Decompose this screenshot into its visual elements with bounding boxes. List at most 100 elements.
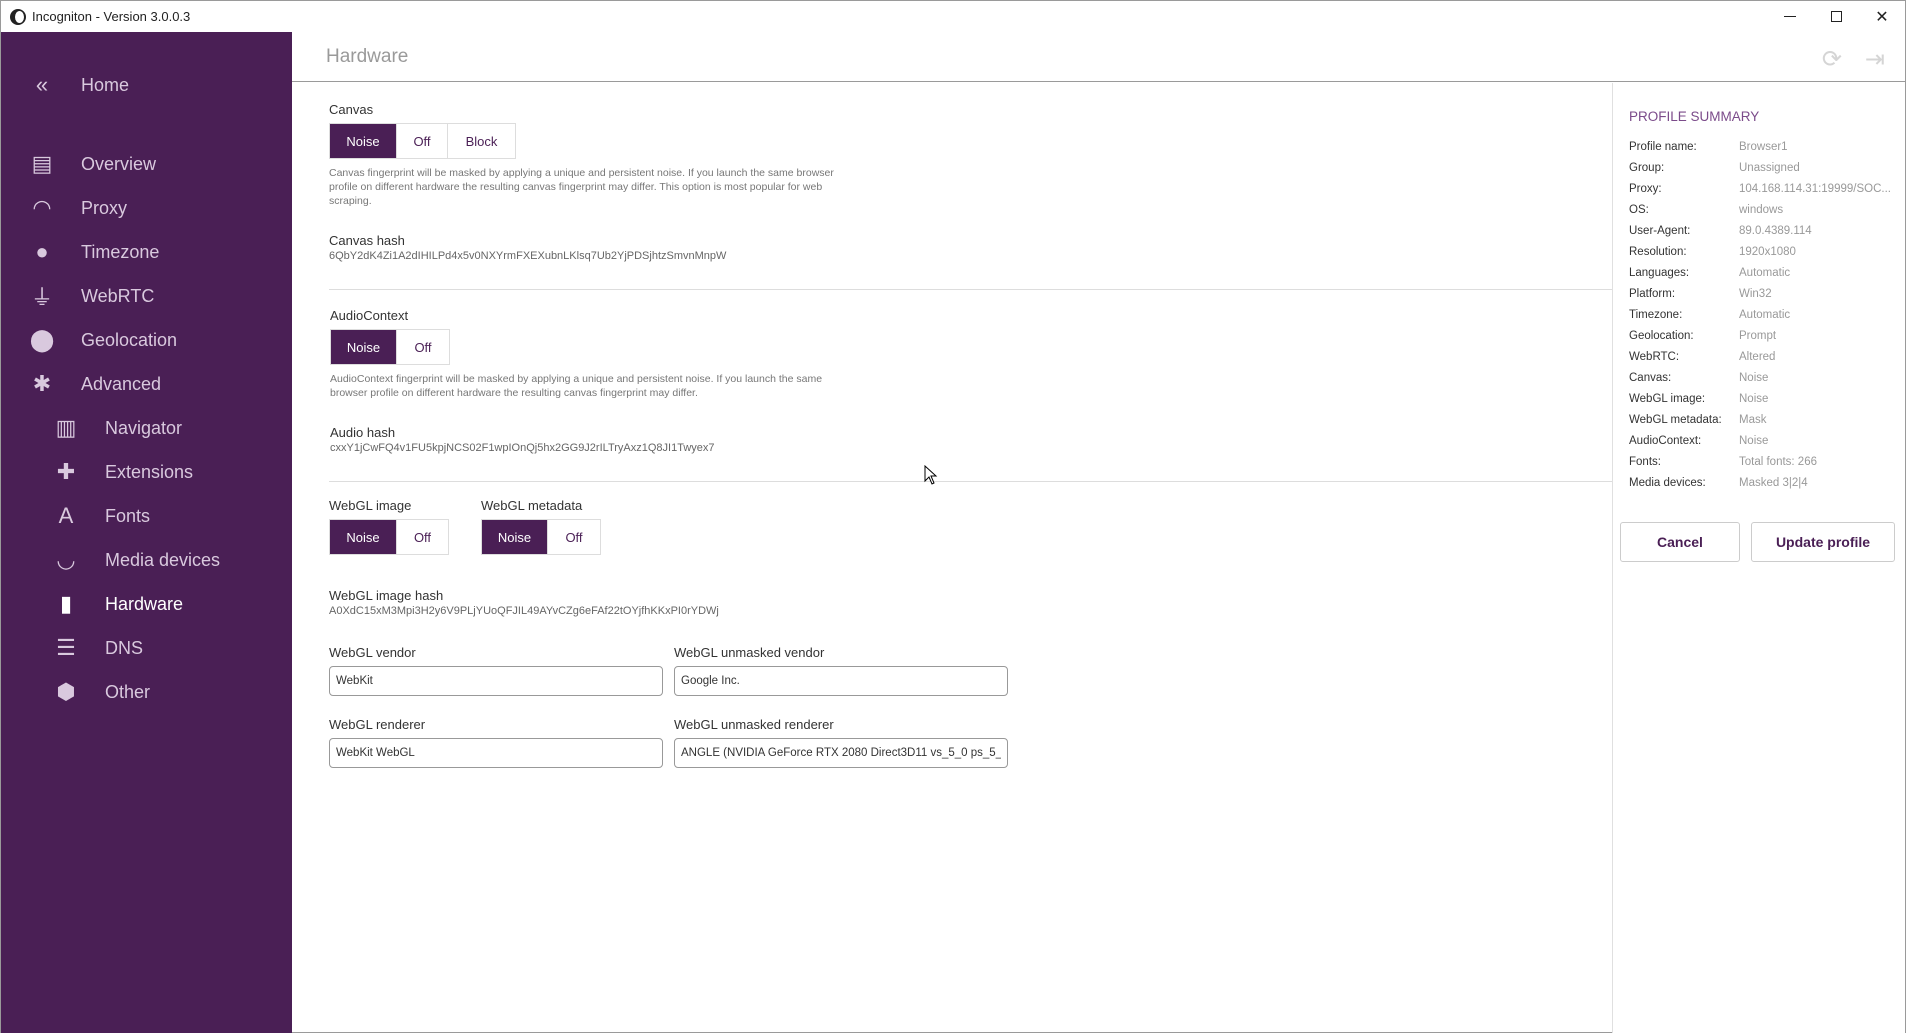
audio-hash-label: Audio hash	[330, 425, 396, 440]
webgl-image-noise-button[interactable]: Noise	[330, 520, 397, 554]
summary-value: Total fonts: 266	[1739, 456, 1817, 468]
summary-key: Group:	[1629, 162, 1665, 174]
app-window: Incogniton - Version 3.0.0.3 ✕ « Home ▤ …	[0, 0, 1906, 1033]
summary-value: Noise	[1739, 393, 1769, 405]
canvas-noise-button[interactable]: Noise	[330, 124, 397, 158]
cube-icon: ⬢	[56, 679, 76, 704]
summary-key: Platform:	[1629, 288, 1676, 300]
sidebar-item-label: Media devices	[105, 549, 221, 570]
summary-key: OS:	[1629, 204, 1649, 216]
summary-row: Geolocation: Prompt	[1629, 330, 1899, 348]
summary-value: Prompt	[1739, 330, 1777, 342]
audiocontext-noise-button[interactable]: Noise	[331, 330, 397, 364]
summary-key: Media devices:	[1629, 477, 1706, 489]
summary-value: Mask	[1739, 414, 1767, 426]
audiocontext-label: AudioContext	[330, 308, 409, 323]
sidebar: « Home ▤ Overview ◠ Proxy ● Timezone ⏚ W…	[1, 32, 292, 1033]
sidebar-item-other[interactable]: ⬢ Other	[1, 672, 292, 712]
audio-hash-value: cxxY1jCwFQ4v1FU5kpjNCS02F1wpIOnQj5hx2GG9…	[330, 442, 715, 454]
microchip-icon: ▮	[59, 591, 73, 616]
update-profile-button[interactable]: Update profile	[1751, 522, 1895, 562]
summary-value: Automatic	[1739, 309, 1791, 321]
summary-value: Win32	[1739, 288, 1772, 300]
summary-row: Proxy: 104.168.114.31:19999/SOC...	[1629, 183, 1899, 201]
webgl-metadata-noise-button[interactable]: Noise	[482, 520, 548, 554]
summary-value: Unassigned	[1739, 162, 1800, 174]
sidebar-item-overview[interactable]: ▤ Overview	[1, 144, 292, 184]
summary-row: Fonts: Total fonts: 266	[1629, 456, 1899, 474]
hardware-settings: Canvas Noise Off Block Canvas fingerprin…	[292, 83, 1612, 1033]
sidebar-item-label: Home	[81, 74, 130, 95]
summary-row: Languages: Automatic	[1629, 267, 1899, 285]
audiocontext-description: AudioContext fingerprint will be masked …	[330, 373, 823, 399]
summary-key: Languages:	[1629, 267, 1690, 279]
sidebar-item-fonts[interactable]: A Fonts	[1, 496, 292, 536]
map-icon: ▥	[55, 415, 77, 440]
summary-row: WebRTC: Altered	[1629, 351, 1899, 369]
webgl-image-hash-label: WebGL image hash	[329, 588, 444, 603]
maximize-button[interactable]	[1813, 1, 1859, 32]
section-divider	[329, 481, 1612, 482]
summary-value: windows	[1739, 204, 1784, 216]
sidebar-item-webrtc[interactable]: ⏚ WebRTC	[1, 276, 292, 316]
webgl-metadata-off-button[interactable]: Off	[548, 520, 600, 554]
summary-key: Geolocation:	[1629, 330, 1694, 342]
webgl-unmasked-vendor-input[interactable]	[674, 666, 1008, 696]
webgl-image-off-button[interactable]: Off	[397, 520, 448, 554]
sidebar-item-label: WebRTC	[81, 285, 155, 306]
webgl-unmasked-renderer-input[interactable]	[674, 738, 1008, 768]
summary-row: OS: windows	[1629, 204, 1899, 222]
wifi-icon: ◠	[32, 195, 52, 220]
clock-icon: ●	[35, 239, 49, 264]
sidebar-item-timezone[interactable]: ● Timezone	[1, 232, 292, 272]
headphones-icon: ◡	[56, 547, 76, 572]
summary-key: Profile name:	[1629, 141, 1697, 153]
webgl-unmasked-renderer-label: WebGL unmasked renderer	[674, 717, 834, 732]
summary-value: Browser1	[1739, 141, 1788, 153]
webgl-renderer-input[interactable]	[329, 738, 663, 768]
summary-row: WebGL image: Noise	[1629, 393, 1899, 411]
sidebar-item-media-devices[interactable]: ◡ Media devices	[1, 540, 292, 580]
summary-value: 89.0.4389.114	[1739, 225, 1812, 237]
audiocontext-off-button[interactable]: Off	[397, 330, 449, 364]
summary-key: Fonts:	[1629, 456, 1661, 468]
cancel-button[interactable]: Cancel	[1620, 522, 1740, 562]
server-icon: ☰	[56, 635, 76, 660]
refresh-icon[interactable]: ⟳	[1822, 45, 1842, 74]
mouse-cursor-icon	[924, 465, 938, 485]
canvas-off-button[interactable]: Off	[397, 124, 448, 158]
close-icon: ✕	[1875, 8, 1889, 26]
webgl-renderer-label: WebGL renderer	[329, 717, 426, 732]
sidebar-item-advanced[interactable]: ✱ Advanced	[1, 364, 292, 404]
sidebar-item-label: Advanced	[81, 373, 162, 394]
exit-icon[interactable]: ⇥	[1865, 45, 1885, 74]
close-button[interactable]: ✕	[1859, 1, 1905, 32]
sidebar-item-label: DNS	[105, 637, 144, 658]
summary-row: Media devices: Masked 3|2|4	[1629, 477, 1899, 495]
webgl-vendor-input[interactable]	[329, 666, 663, 696]
summary-key: Proxy:	[1629, 183, 1662, 195]
id-card-icon: ▤	[31, 151, 53, 176]
sidebar-item-label: Navigator	[105, 417, 183, 438]
maximize-icon	[1830, 11, 1842, 22]
sidebar-item-label: Other	[105, 681, 151, 702]
minimize-button[interactable]	[1767, 1, 1813, 32]
sidebar-item-geolocation[interactable]: ⬤ Geolocation	[1, 320, 292, 360]
sidebar-item-dns[interactable]: ☰ DNS	[1, 628, 292, 668]
canvas-mode-toggle: Noise Off Block	[329, 123, 516, 159]
font-icon: A	[58, 503, 74, 528]
sidebar-item-navigator[interactable]: ▥ Navigator	[1, 408, 292, 448]
sidebar-item-hardware[interactable]: ▮ Hardware	[1, 584, 292, 624]
summary-row: Timezone: Automatic	[1629, 309, 1899, 327]
page-header: Hardware ⟳ ⇥	[292, 32, 1905, 82]
map-pin-icon: ⬤	[29, 327, 55, 352]
sidebar-item-extensions[interactable]: ✚ Extensions	[1, 452, 292, 492]
webgl-image-hash-value: A0XdC15xM3Mpi3H2y6V9PLjYUoQFJIL49AYvCZg6…	[329, 605, 719, 617]
sidebar-item-label: Overview	[81, 153, 157, 174]
canvas-block-button[interactable]: Block	[448, 124, 515, 158]
summary-value: Noise	[1739, 435, 1769, 447]
webgl-image-label: WebGL image	[329, 498, 412, 513]
canvas-description: Canvas fingerprint will be masked by app…	[329, 167, 834, 207]
sidebar-item-proxy[interactable]: ◠ Proxy	[1, 188, 292, 228]
sidebar-item-home[interactable]: « Home	[1, 65, 292, 105]
